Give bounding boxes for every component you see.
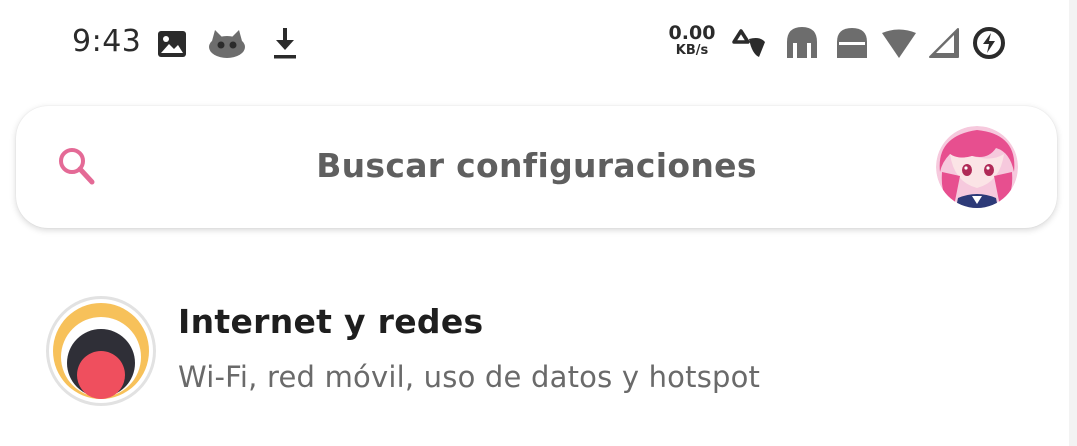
battery-icon xyxy=(973,27,1005,59)
network-icon xyxy=(46,296,156,406)
status-time: 9:43 xyxy=(72,24,142,59)
settings-item-subtitle: Wi-Fi, red móvil, uso de datos y hotspot xyxy=(178,360,761,394)
signal-icon xyxy=(787,27,817,58)
download-icon xyxy=(274,28,296,59)
settings-item-internet[interactable]: Internet y redes Wi-Fi, red móvil, uso d… xyxy=(0,280,1077,420)
cat-app-icon xyxy=(209,30,245,58)
settings-item-title: Internet y redes xyxy=(178,302,484,341)
network-speed: 0.00 KB/s xyxy=(664,22,720,58)
signal-icon xyxy=(929,28,959,58)
image-icon xyxy=(158,31,186,57)
vpn-icon xyxy=(732,29,765,57)
signal-icon xyxy=(837,28,867,58)
search-input[interactable]: Buscar configuraciones xyxy=(16,146,1057,185)
scroll-edge xyxy=(1069,0,1077,446)
wifi-icon xyxy=(882,29,916,58)
network-speed-value: 0.00 xyxy=(668,22,716,44)
search-bar[interactable]: Buscar configuraciones xyxy=(16,106,1057,228)
status-bar: 9:43 0.00 KB/s xyxy=(0,0,1077,90)
avatar[interactable] xyxy=(936,126,1018,208)
network-speed-unit: KB/s xyxy=(675,43,709,58)
